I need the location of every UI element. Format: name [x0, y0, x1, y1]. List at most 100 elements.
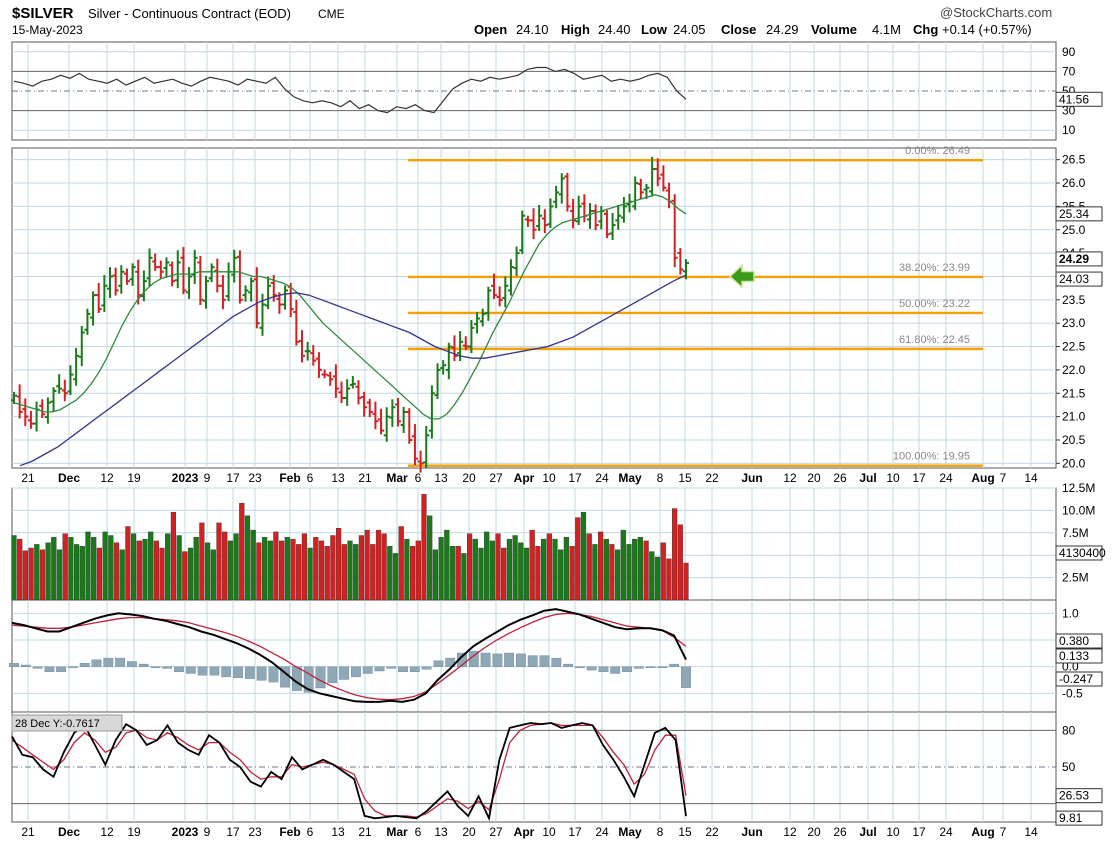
macd-histogram-bar	[268, 666, 279, 683]
volume-bar	[432, 549, 439, 601]
fib-label: 100.00%: 19.95	[893, 451, 970, 463]
x-axis-label: 23	[248, 825, 262, 839]
volume-bar	[415, 540, 421, 601]
volume-bar	[256, 542, 262, 601]
high-label: High	[561, 22, 590, 37]
macd-histogram-bar	[174, 666, 184, 673]
rsi-tick-label: 10	[1062, 123, 1076, 137]
volume-bar	[153, 540, 160, 601]
macd-histogram-bar	[327, 666, 338, 684]
macd-histogram-bar	[492, 653, 503, 667]
volume-bar	[324, 546, 330, 601]
macd-histogram-bar	[256, 666, 267, 681]
volume-bar	[34, 544, 40, 601]
macd-histogram-bar	[9, 663, 19, 667]
symbol-title: $SILVER	[12, 5, 74, 22]
x-axis-label: 2023	[172, 825, 199, 839]
macd-histogram-bar	[315, 666, 326, 689]
x-axis-label: 19	[127, 471, 141, 485]
volume-bar	[244, 515, 251, 601]
x-axis-label: 21	[21, 825, 35, 839]
volume-bar	[216, 522, 222, 601]
volume-bar	[56, 549, 63, 601]
macd-value-tag: 0.133	[1055, 648, 1103, 664]
x-axis-label: 17	[912, 825, 926, 839]
macd-histogram-bar	[657, 666, 668, 668]
macd-histogram-bar	[669, 663, 680, 667]
volume-bar	[364, 529, 370, 601]
contract-name: Silver - Continuous Contract (EOD)	[88, 6, 291, 21]
volume-bar	[637, 537, 644, 601]
x-axis-label: 20	[807, 825, 821, 839]
volume-bar	[489, 540, 496, 601]
volume-tick-label: 12.5M	[1062, 481, 1095, 495]
macd-histogram-bar	[645, 666, 656, 668]
volume-bar	[461, 553, 467, 601]
stoch-annotation: 28 Dec Y:-0.7617	[11, 714, 123, 732]
brand-logo[interactable]: @StockCharts.com	[940, 5, 1052, 20]
volume-bar	[296, 544, 302, 601]
macd-histogram-bar	[633, 666, 644, 669]
volume-bar	[375, 529, 382, 601]
low-label: Low	[641, 22, 668, 37]
x-axis-label: 13	[434, 471, 448, 485]
macd-histogram-bar	[622, 666, 632, 673]
x-axis-label: 24	[595, 471, 609, 485]
volume-bar	[677, 524, 683, 601]
volume-bar	[313, 537, 319, 601]
macd-histogram-bar	[44, 666, 55, 673]
volume-bar	[187, 547, 194, 601]
x-axis-label: Jun	[741, 825, 762, 839]
macd-histogram-bar	[504, 652, 514, 667]
macd-histogram-bar	[539, 655, 550, 667]
macd-histogram-bar	[115, 657, 126, 667]
macd-histogram-bar	[480, 652, 491, 667]
volume-bar	[552, 538, 558, 601]
x-axis-label: 9	[204, 825, 211, 839]
x-axis-label: 6	[415, 471, 422, 485]
x-axis-label: Mar	[386, 471, 408, 485]
x-axis-label: 14	[1024, 471, 1038, 485]
ma-short-value-tag: 25.34	[1055, 206, 1103, 222]
macd-histogram-bar	[20, 664, 31, 667]
macd-histogram-bar	[103, 657, 114, 667]
macd-histogram-bar	[398, 666, 408, 673]
macd-histogram-bar	[362, 666, 373, 674]
volume-bar	[620, 529, 626, 601]
volume-label: Volume	[811, 22, 857, 37]
price-tick-label: 21.5	[1062, 386, 1086, 400]
volume-bar	[649, 551, 655, 601]
close-value-tag: 24.29	[1055, 251, 1103, 267]
macd-histogram-bar	[409, 666, 420, 673]
x-axis-label: 12	[100, 471, 114, 485]
volume-bar	[273, 531, 279, 601]
volume-bar	[353, 544, 359, 601]
volume-bar	[683, 562, 689, 601]
open-label: Open	[474, 22, 507, 37]
x-axis-label: 23	[248, 471, 262, 485]
x-axis-label: 20	[462, 471, 476, 485]
macd-histogram-bar	[598, 666, 609, 673]
macd-signal-tag-text: 0.380	[1059, 634, 1089, 648]
volume-bar	[506, 538, 513, 601]
x-axis-label: 10	[886, 825, 900, 839]
x-axis-label: 10	[542, 825, 556, 839]
price-tick-label: 23.5	[1062, 293, 1086, 307]
volume-bar	[267, 540, 273, 601]
volume-bar	[17, 538, 23, 601]
x-axis-label: Jul	[859, 825, 876, 839]
volume-bar	[176, 535, 182, 601]
x-axis-label: 13	[331, 471, 345, 485]
macd-histogram-bar	[150, 666, 161, 668]
macd-histogram-bar	[339, 666, 349, 680]
x-axis-label: 7	[1000, 825, 1007, 839]
volume-bar	[239, 503, 245, 601]
x-axis-label: May	[618, 471, 642, 485]
volume-tick-label: 7.5M	[1062, 526, 1089, 540]
volume-bar	[22, 550, 29, 601]
volume-bar	[142, 538, 148, 601]
volume-bar	[347, 540, 353, 601]
volume-bar	[136, 540, 142, 601]
volume-bar	[148, 531, 154, 601]
volume-bar	[484, 531, 490, 601]
